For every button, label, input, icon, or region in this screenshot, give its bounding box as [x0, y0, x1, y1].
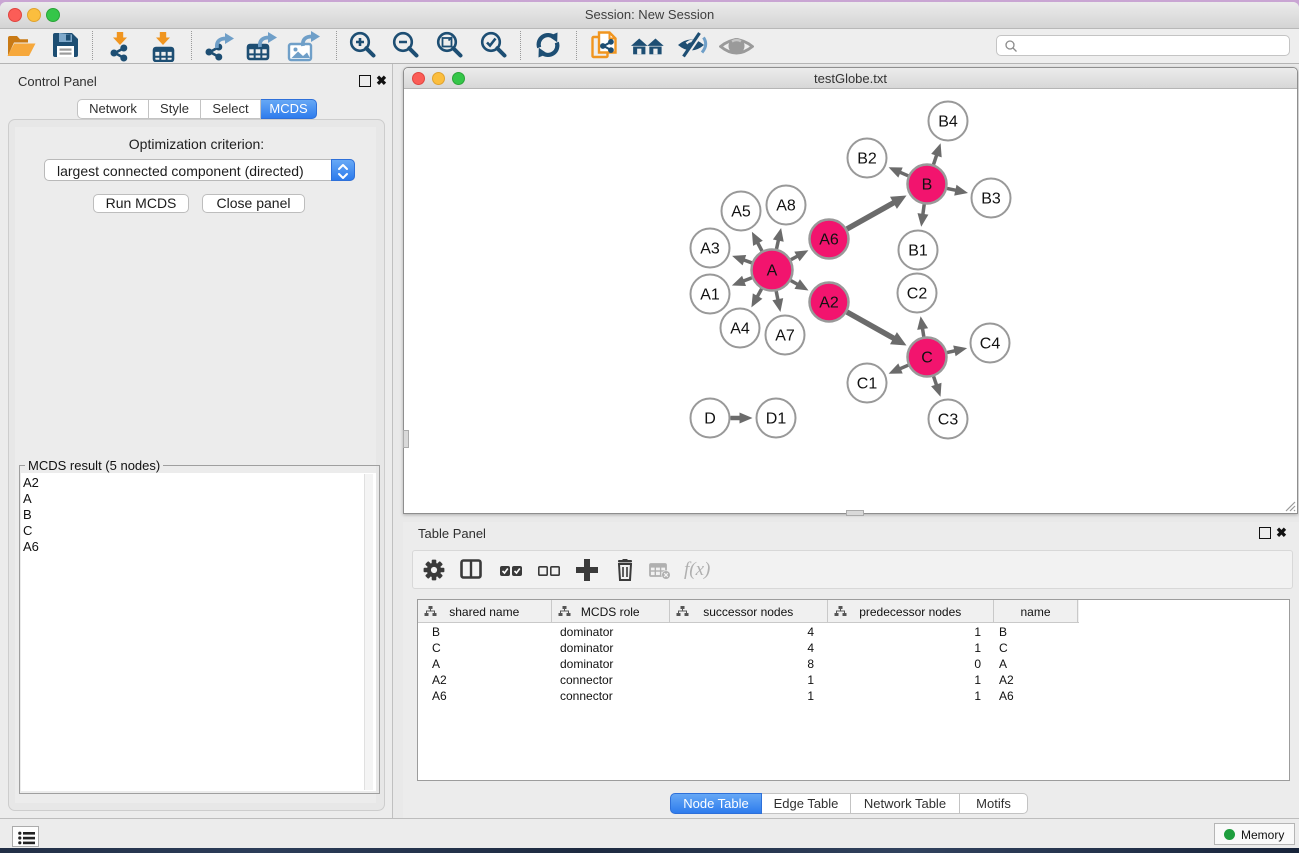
svg-text:A6: A6: [819, 232, 839, 249]
svg-text:A2: A2: [819, 295, 839, 312]
svg-text:f(x): f(x): [684, 559, 710, 580]
svg-text:A4: A4: [730, 321, 750, 338]
svg-text:C2: C2: [907, 286, 928, 303]
svg-text:C4: C4: [980, 336, 1001, 353]
svg-text:B: B: [922, 177, 933, 194]
svg-text:A3: A3: [700, 241, 720, 258]
svg-text:A8: A8: [776, 198, 796, 215]
svg-text:C3: C3: [938, 412, 959, 429]
svg-text:B1: B1: [908, 243, 928, 260]
svg-text:D: D: [704, 411, 716, 428]
svg-text:D1: D1: [766, 411, 787, 428]
svg-text:B2: B2: [857, 151, 877, 168]
svg-text:B4: B4: [938, 114, 958, 131]
svg-text:C1: C1: [857, 376, 878, 393]
svg-text:A1: A1: [700, 287, 720, 304]
svg-text:A: A: [767, 263, 778, 280]
svg-text:C: C: [921, 350, 933, 367]
svg-text:B3: B3: [981, 191, 1001, 208]
svg-text:A5: A5: [731, 204, 751, 221]
svg-text:A7: A7: [775, 328, 795, 345]
